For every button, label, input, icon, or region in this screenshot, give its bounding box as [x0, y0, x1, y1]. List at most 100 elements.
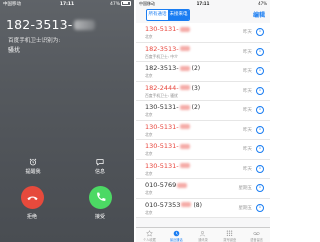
- blurred-digits: [179, 104, 190, 110]
- call-log-row[interactable]: 182-2444- (3) 百度手机卫士: 骚扰 昨天 i: [136, 82, 270, 101]
- edit-button[interactable]: 编辑: [253, 10, 265, 19]
- hang-up-phone-icon: [27, 196, 38, 201]
- caller-number: 130-5131-: [145, 162, 190, 170]
- blurred-digits: [179, 124, 190, 129]
- battery-indicator: 47%: [258, 1, 267, 6]
- status-bar: 中国移动 17:11 47%: [0, 0, 134, 9]
- decline-button[interactable]: [21, 186, 44, 209]
- caller-number: 130-5131-: [145, 123, 190, 131]
- incoming-call-screen: 中国移动 17:11 47% 182-3513- 百度手机卫士识别为: 骚扰 提…: [0, 0, 134, 242]
- recent-calls-screen: 中国移动 17:11 47% 所有通话 未接来电 编辑 130-5131- 北京昨…: [136, 0, 270, 242]
- tab-bar: 个人收藏 最近通话 通讯录 拨号键盘 语音留言: [136, 227, 270, 242]
- blurred-digits: [179, 163, 190, 168]
- info-icon[interactable]: i: [256, 125, 264, 134]
- blurred-digits: [181, 202, 192, 207]
- caller-number: 010-57353 (8): [145, 200, 202, 209]
- call-time: 星期五: [238, 186, 253, 191]
- blurred-digits: [73, 20, 95, 30]
- call-time: 昨天: [243, 166, 252, 172]
- caller-number: 182-3513-: [145, 45, 190, 53]
- info-icon[interactable]: i: [256, 184, 264, 192]
- caller-location: 北京: [145, 170, 153, 176]
- call-time: 昨天: [243, 49, 252, 55]
- status-time: 17:11: [196, 1, 210, 6]
- battery-indicator: 47%: [110, 0, 131, 9]
- tab-label: 通讯录: [198, 238, 208, 242]
- voicemail-icon: [253, 231, 260, 235]
- call-count: (2): [191, 65, 201, 72]
- info-icon[interactable]: i: [256, 164, 264, 173]
- caller-location: 北京: [145, 151, 153, 156]
- tab-clock[interactable]: 最近通话: [163, 228, 190, 242]
- call-log-row[interactable]: 130-5131- (2) 北京 昨天 i: [136, 101, 270, 121]
- call-log-row[interactable]: 130-5131- 北京 昨天 i: [136, 160, 270, 179]
- call-count: (8): [193, 201, 202, 209]
- call-log-row[interactable]: 130-5131- 北京 昨天 i: [136, 140, 270, 160]
- caller-identification: 百度手机卫士识别为:: [8, 38, 61, 44]
- call-list: 130-5131- 北京 昨天 i 182-3513- 百度手机卫士: 中介 昨天 i 182-…: [136, 23, 270, 218]
- info-icon[interactable]: i: [256, 145, 264, 153]
- caller-tag: 骚扰: [8, 47, 21, 54]
- tab-label: 个人收藏: [143, 238, 156, 242]
- info-icon[interactable]: i: [256, 106, 264, 114]
- clock-icon: [173, 230, 179, 236]
- caller-location: 北京: [145, 34, 153, 39]
- info-icon[interactable]: i: [256, 86, 264, 95]
- caller-number: 182-3513-: [6, 17, 95, 32]
- tab-keypad[interactable]: 拨号键盘: [216, 228, 243, 242]
- status-bar: 中国移动 17:11 47%: [136, 0, 270, 7]
- contacts-icon: [200, 230, 206, 236]
- call-log-row[interactable]: 130-5131- 北京 昨天 i: [136, 121, 270, 140]
- decline-label: 拒绝: [26, 214, 37, 220]
- accept-button[interactable]: [89, 186, 112, 209]
- blurred-digits: [179, 85, 190, 90]
- caller-number: 182-3513- (2): [145, 64, 201, 72]
- call-count: (2): [191, 104, 201, 111]
- caller-location: 北京: [145, 112, 153, 117]
- remind-me-button[interactable]: 提醒我: [13, 158, 53, 175]
- call-log-row[interactable]: 010-5769 北京 星期五 i: [136, 179, 270, 199]
- message-button[interactable]: 信息: [80, 158, 120, 175]
- call-time: 星期五: [238, 205, 253, 211]
- call-log-row[interactable]: 130-5131- 北京 昨天 i: [136, 23, 270, 43]
- accept-label: 接受: [94, 214, 105, 220]
- caller-location: 百度手机卫士: 骚扰: [145, 92, 178, 98]
- call-log-row[interactable]: 182-3513- 百度手机卫士: 中介 昨天 i: [136, 43, 270, 62]
- message-bubble-icon: [96, 159, 104, 166]
- keypad-icon: [227, 229, 233, 236]
- alarm-clock-icon: [29, 158, 37, 166]
- caller-location: 北京: [145, 73, 153, 78]
- call-time: 昨天: [243, 88, 252, 94]
- tab-label: 拨号键盘: [223, 238, 237, 242]
- phone-icon: [97, 192, 106, 201]
- tab-contacts[interactable]: 通讯录: [190, 228, 217, 242]
- call-filter-segmented-control: 所有通话 未接来电: [146, 9, 190, 21]
- caller-number: 182-2444- (3): [145, 83, 201, 92]
- tab-all-calls[interactable]: 所有通话: [147, 10, 168, 20]
- tab-label: 语音留言: [250, 238, 263, 242]
- caller-number: 010-5769: [145, 181, 188, 189]
- call-time: 昨天: [243, 147, 252, 152]
- caller-location: 北京: [145, 131, 153, 137]
- blurred-digits: [179, 26, 190, 32]
- tab-missed-calls[interactable]: 未接来电: [168, 10, 189, 20]
- info-icon[interactable]: i: [256, 47, 264, 56]
- info-icon[interactable]: i: [256, 28, 264, 36]
- call-log-row[interactable]: 182-3513- (2) 北京 昨天 i: [136, 62, 270, 82]
- blurred-digits: [179, 143, 190, 149]
- tab-star[interactable]: 个人收藏: [136, 228, 163, 242]
- tab-label: 最近通话: [169, 238, 183, 242]
- call-count: (3): [191, 84, 201, 92]
- star-icon: [145, 229, 153, 237]
- info-icon[interactable]: i: [256, 67, 264, 75]
- caller-location: 北京: [145, 190, 153, 195]
- remind-me-label: 提醒我: [25, 169, 41, 175]
- info-icon[interactable]: i: [256, 203, 264, 212]
- call-log-row[interactable]: 010-57353 (8) 北京 星期五 i: [136, 199, 270, 218]
- tab-voicemail[interactable]: 语音留言: [243, 228, 270, 242]
- call-time: 昨天: [243, 108, 252, 113]
- caller-number: 130-5131- (2): [145, 103, 201, 111]
- call-time: 昨天: [243, 69, 252, 74]
- caller-location: 北京: [145, 209, 153, 215]
- blurred-digits: [179, 46, 190, 51]
